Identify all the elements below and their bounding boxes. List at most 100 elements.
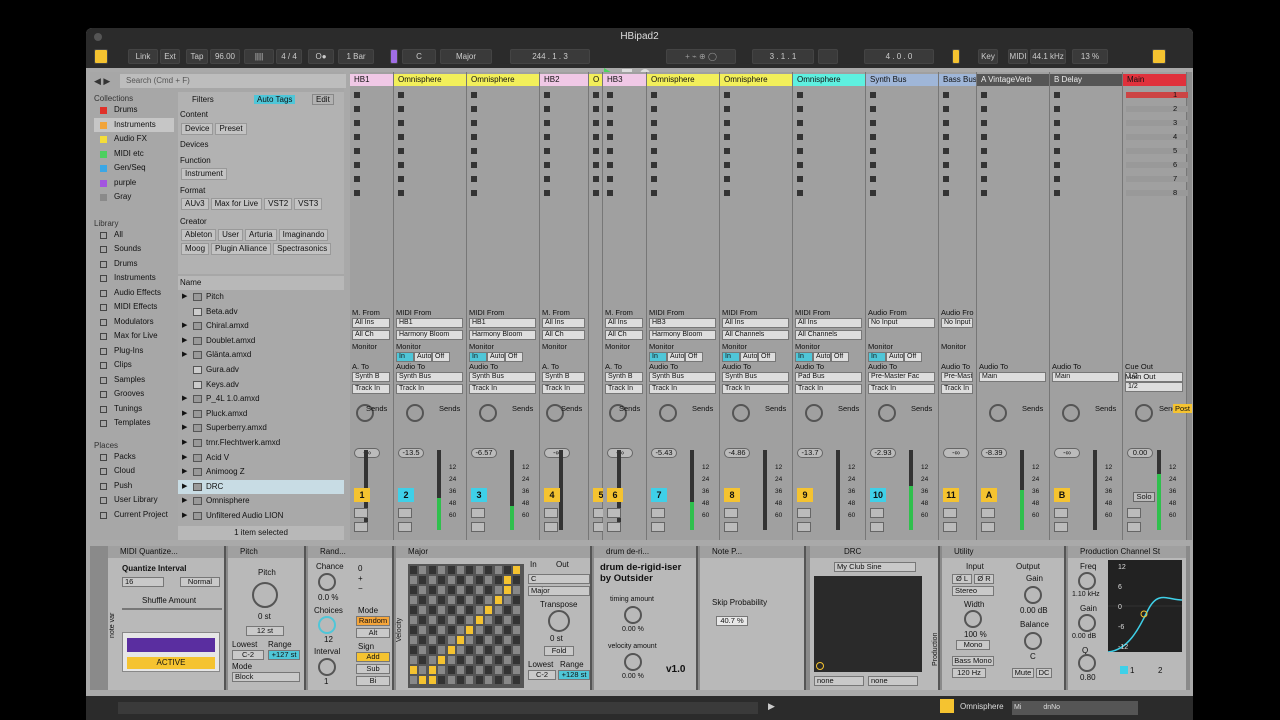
library-item[interactable]: Grooves: [94, 387, 174, 402]
filter-chip[interactable]: Spectrasonics: [273, 243, 332, 255]
clip-slot[interactable]: [354, 190, 360, 196]
collection-item[interactable]: MIDI etc: [94, 147, 174, 162]
solo-button[interactable]: [724, 508, 738, 518]
grid-cell[interactable]: [494, 596, 502, 604]
bass-freq-field[interactable]: 120 Hz: [952, 668, 986, 678]
library-item[interactable]: Samples: [94, 373, 174, 388]
velocity-knob[interactable]: [624, 653, 642, 671]
grid-cell[interactable]: [428, 596, 436, 604]
track-name[interactable]: Main: [1123, 74, 1186, 86]
collection-item[interactable]: Audio FX: [94, 132, 174, 147]
output-channel-select[interactable]: Track In: [352, 384, 390, 394]
grid-cell[interactable]: [466, 606, 474, 614]
pitch-knob[interactable]: [252, 582, 278, 608]
grid-cell[interactable]: [466, 586, 474, 594]
expand-arrow-icon[interactable]: ▶: [182, 319, 187, 334]
grid-cell[interactable]: [410, 666, 417, 674]
grid-cell[interactable]: [410, 606, 417, 614]
arm-button[interactable]: [607, 522, 621, 532]
clip-slot[interactable]: [593, 106, 599, 112]
clip-slot[interactable]: [943, 92, 949, 98]
main-out-select[interactable]: 1/2: [1125, 382, 1183, 392]
link-button[interactable]: Link: [128, 49, 158, 64]
send-a-knob[interactable]: [479, 404, 497, 422]
clip-slot[interactable]: [544, 148, 550, 154]
grid-cell[interactable]: [494, 646, 502, 654]
library-item[interactable]: Instruments: [94, 271, 174, 286]
solo-button[interactable]: [943, 508, 957, 518]
grid-cell[interactable]: [494, 586, 502, 594]
grid-cell[interactable]: [466, 676, 474, 684]
clip-slot[interactable]: [607, 162, 613, 168]
loop-length[interactable]: 4 . 0 . 0: [864, 49, 934, 64]
collection-item[interactable]: Instruments: [94, 117, 174, 132]
search-input[interactable]: Search (Cmd + F): [120, 74, 346, 88]
grid-cell[interactable]: [475, 636, 483, 644]
grid-cell[interactable]: [457, 596, 464, 604]
clip-slot[interactable]: [593, 176, 599, 182]
clip-slot[interactable]: [870, 190, 876, 196]
input-source-select[interactable]: All Ins: [795, 318, 862, 328]
automation-tools[interactable]: + ⌁ ⊕ ◯: [666, 49, 736, 64]
clip-slot[interactable]: [870, 92, 876, 98]
input-channel-select[interactable]: All Ch: [542, 330, 585, 340]
grid-cell[interactable]: [419, 606, 427, 614]
file-row[interactable]: ▶ Pluck.amxd: [178, 407, 344, 422]
grid-cell[interactable]: [475, 586, 483, 594]
solo-label[interactable]: Solo: [1133, 492, 1155, 502]
output-channel-select[interactable]: Track In: [941, 384, 973, 394]
clip-slot[interactable]: [593, 190, 599, 196]
gain-knob[interactable]: [1078, 614, 1096, 632]
volume-value[interactable]: -6.57: [471, 448, 497, 458]
send-a-knob[interactable]: [805, 404, 823, 422]
track-name[interactable]: Omnisphere: [394, 74, 466, 86]
monitor-mon_auto-button[interactable]: Auto: [414, 352, 432, 362]
grid-cell[interactable]: [485, 576, 493, 584]
grid-cell[interactable]: [513, 616, 521, 624]
send-a-knob[interactable]: [659, 404, 677, 422]
nudge-buttons[interactable]: ||||: [244, 49, 274, 64]
grid-cell[interactable]: [419, 576, 427, 584]
monitor-mon_off-button[interactable]: Off: [904, 352, 922, 362]
grid-cell[interactable]: [504, 596, 511, 604]
output-select[interactable]: Main: [979, 372, 1046, 382]
grid-cell[interactable]: [447, 586, 455, 594]
library-item[interactable]: Drums: [94, 257, 174, 272]
file-row[interactable]: ▶ Unfiltered Audio LION: [178, 509, 344, 524]
grid-cell[interactable]: [428, 666, 436, 674]
input-source-select[interactable]: All Ins: [605, 318, 643, 328]
clip-slot[interactable]: [797, 134, 803, 140]
expand-arrow-icon[interactable]: ▶: [182, 509, 187, 524]
clip-slot[interactable]: [651, 106, 657, 112]
tempo-field[interactable]: 96.00: [210, 49, 240, 64]
grid-cell[interactable]: [428, 646, 436, 654]
filter-chip[interactable]: VST2: [264, 198, 293, 210]
arm-button[interactable]: [981, 522, 995, 532]
volume-value[interactable]: -8.39: [981, 448, 1007, 458]
width-knob[interactable]: [964, 610, 982, 628]
grid-cell[interactable]: [410, 576, 417, 584]
clip-slot[interactable]: [981, 92, 987, 98]
file-row[interactable]: ▶ Chiral.amxd: [178, 319, 344, 334]
file-row[interactable]: ▶ Pitch: [178, 290, 344, 305]
output-channel-select[interactable]: Track In: [795, 384, 862, 394]
input-source-select[interactable]: All Ins: [542, 318, 585, 328]
grid-cell[interactable]: [457, 606, 464, 614]
monitor-mon_in-button[interactable]: In: [868, 352, 886, 362]
track-activator-button[interactable]: 2: [398, 488, 414, 502]
grid-cell[interactable]: [466, 576, 474, 584]
grid-cell[interactable]: [494, 606, 502, 614]
file-row[interactable]: ▶ Omnisphere: [178, 494, 344, 509]
clip-slot[interactable]: [593, 134, 599, 140]
clip-slot[interactable]: [544, 176, 550, 182]
tap-tempo-button[interactable]: Tap: [186, 49, 208, 64]
grid-cell[interactable]: [457, 576, 464, 584]
clip-slot[interactable]: [607, 148, 613, 154]
range-field[interactable]: 12 st: [246, 626, 284, 636]
scale-grid[interactable]: [408, 564, 524, 688]
solo-button[interactable]: [607, 508, 621, 518]
clip-slot[interactable]: [797, 162, 803, 168]
expand-arrow-icon[interactable]: ▶: [182, 348, 187, 363]
grid-cell[interactable]: [428, 586, 436, 594]
grid-cell[interactable]: [494, 576, 502, 584]
